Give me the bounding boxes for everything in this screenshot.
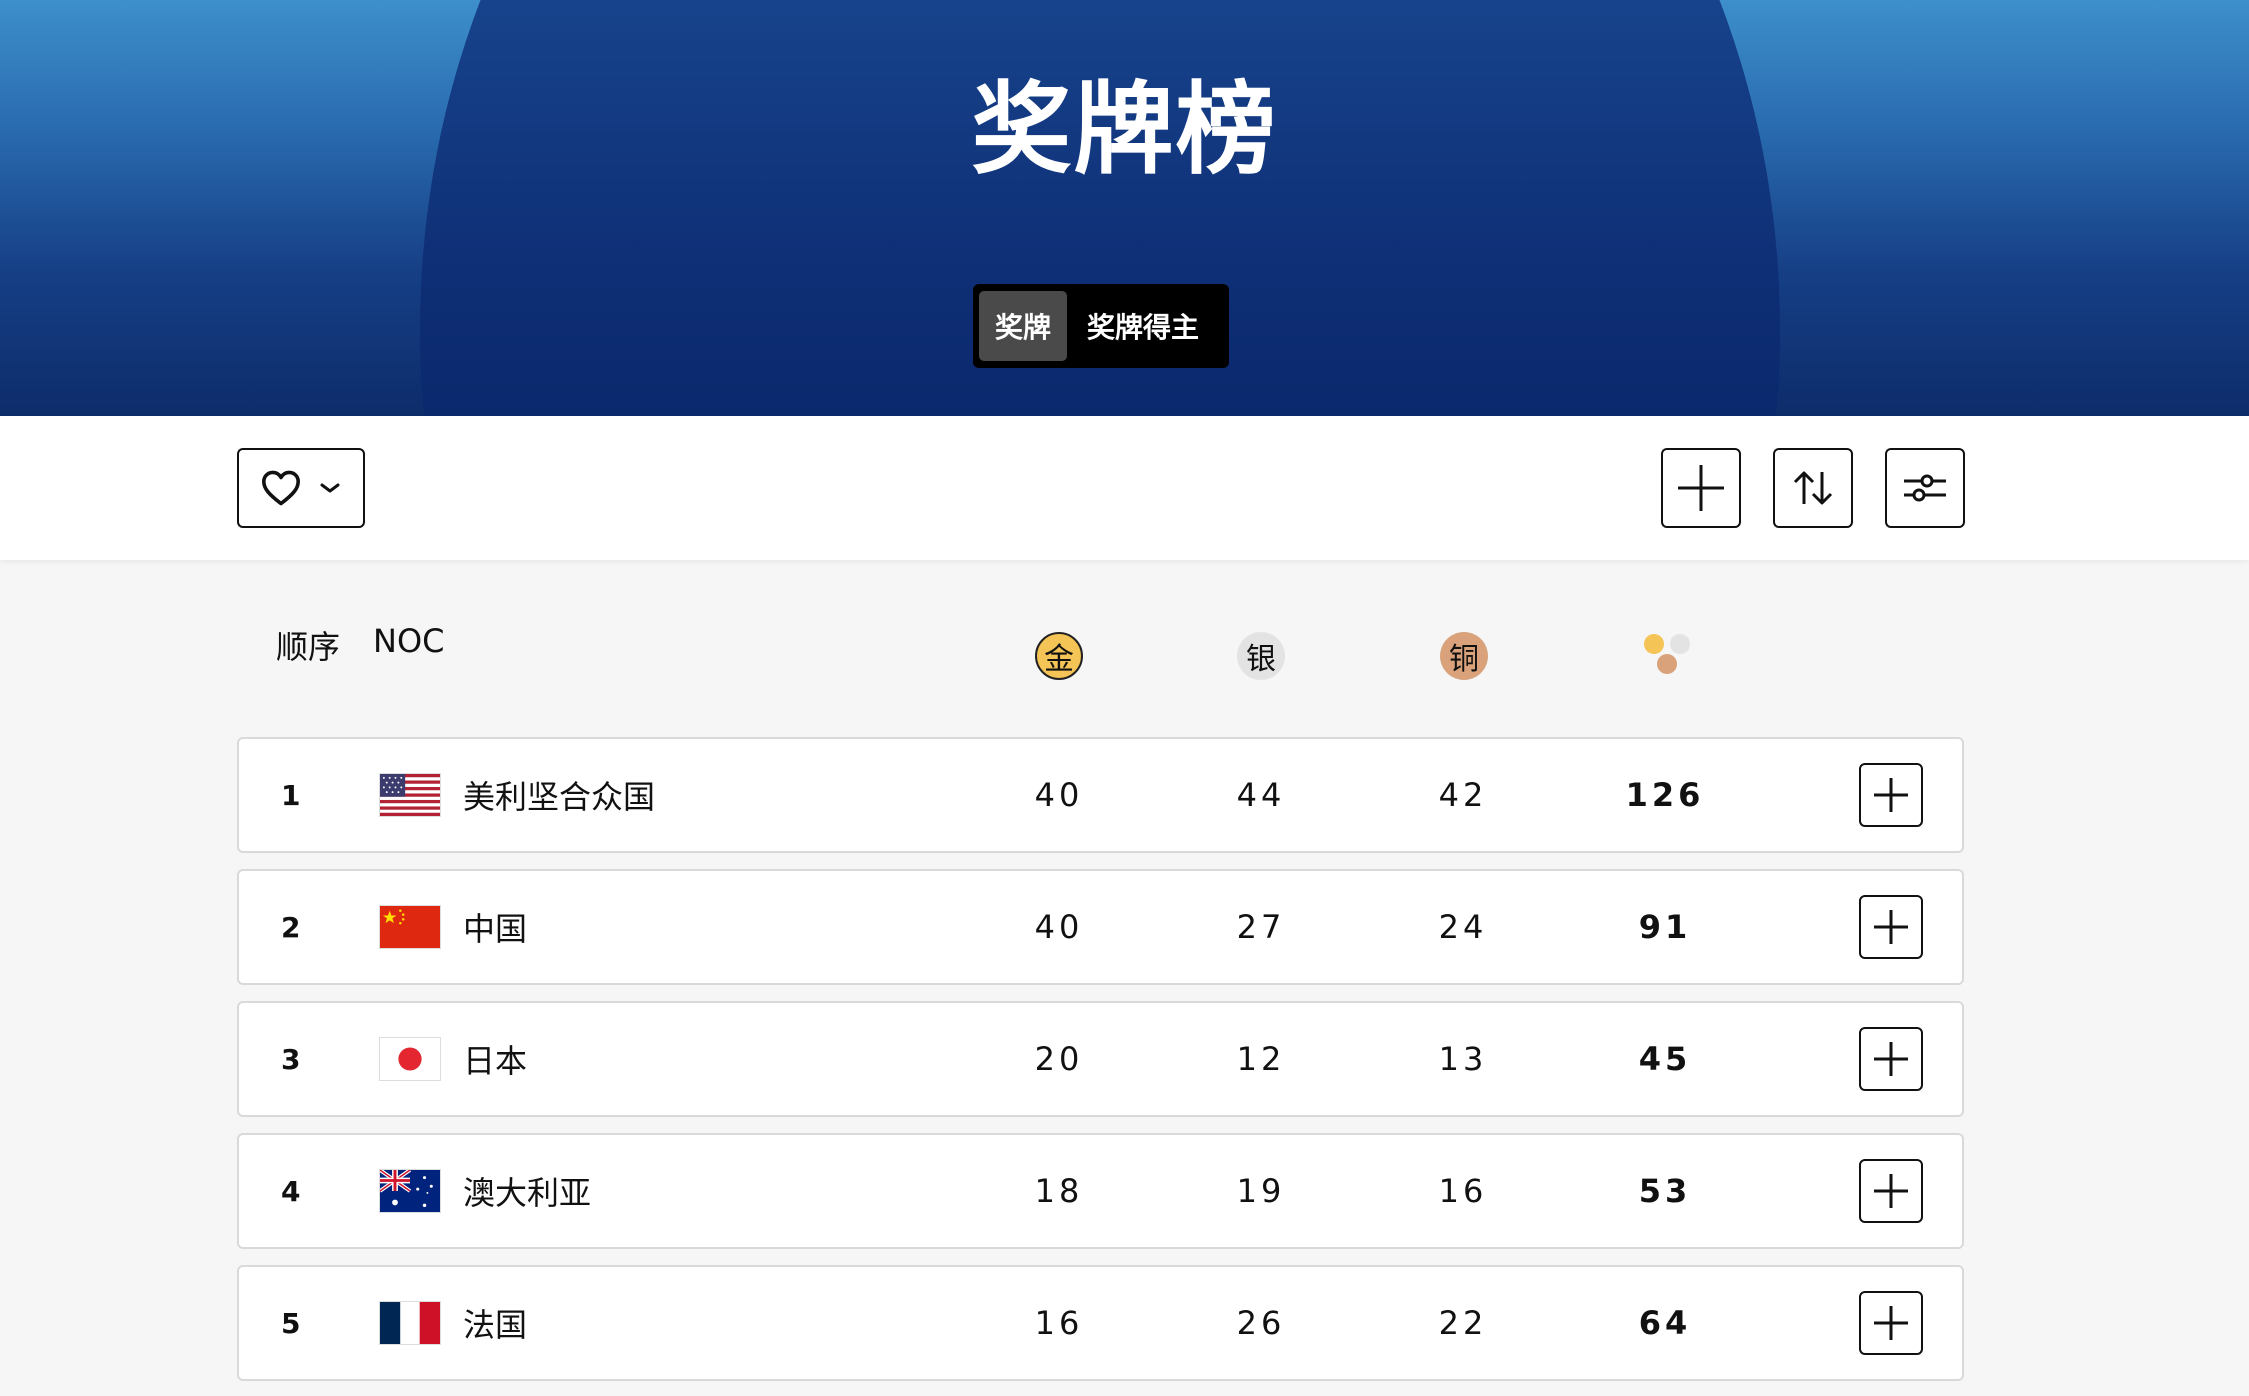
plus-icon	[1678, 465, 1724, 511]
sort-button[interactable]	[1773, 448, 1853, 528]
header-noc: NOC	[373, 622, 445, 660]
rank-cell: 5	[281, 1306, 301, 1340]
australia-flag-icon	[379, 1169, 441, 1213]
plus-icon	[1874, 1042, 1908, 1076]
tab-medals[interactable]: 奖牌	[979, 291, 1067, 361]
bronze-count: 16	[1438, 1172, 1488, 1210]
total-count: 45	[1638, 1040, 1692, 1078]
silver-medal-icon: 银	[1237, 632, 1285, 680]
expand-row-button[interactable]	[1859, 895, 1923, 959]
total-count: 91	[1638, 908, 1692, 946]
tab-medallists[interactable]: 奖牌得主	[1067, 291, 1219, 361]
bronze-count: 24	[1438, 908, 1488, 946]
gold-medal-icon: 金	[1035, 632, 1083, 680]
china-flag-icon	[379, 905, 441, 949]
plus-icon	[1874, 910, 1908, 944]
sort-arrows-icon	[1793, 471, 1833, 505]
table-row[interactable]: 1 美利坚合众国 40 44 42 126	[237, 737, 1964, 853]
bronze-medal-icon: 铜	[1440, 632, 1488, 680]
filter-button[interactable]	[1885, 448, 1965, 528]
total-count: 53	[1638, 1172, 1692, 1210]
country-name[interactable]: 美利坚合众国	[463, 739, 655, 851]
expand-row-button[interactable]	[1859, 1159, 1923, 1223]
expand-row-button[interactable]	[1859, 1291, 1923, 1355]
plus-icon	[1874, 1174, 1908, 1208]
gold-count: 18	[1034, 1172, 1084, 1210]
japan-flag-icon	[379, 1037, 441, 1081]
rank-cell: 4	[281, 1174, 301, 1208]
country-name[interactable]: 中国	[463, 871, 527, 983]
total-medals-icon	[1644, 634, 1690, 674]
bronze-count: 13	[1438, 1040, 1488, 1078]
country-name[interactable]: 法国	[463, 1267, 527, 1379]
gold-count: 40	[1034, 776, 1084, 814]
sliders-icon	[1904, 474, 1946, 502]
france-flag-icon	[379, 1301, 441, 1345]
plus-icon	[1874, 1306, 1908, 1340]
usa-flag-icon	[379, 773, 441, 817]
total-count: 126	[1625, 776, 1705, 814]
total-count: 64	[1638, 1304, 1692, 1342]
gold-count: 40	[1034, 908, 1084, 946]
silver-count: 27	[1236, 908, 1286, 946]
country-name[interactable]: 澳大利亚	[463, 1135, 591, 1247]
expand-row-button[interactable]	[1859, 1027, 1923, 1091]
silver-count: 44	[1236, 776, 1286, 814]
header-rank: 顺序	[276, 628, 341, 666]
bronze-count: 22	[1438, 1304, 1488, 1342]
hero-banner: 奖牌榜 奖牌 奖牌得主	[0, 0, 2249, 416]
table-row[interactable]: 5 法国 16 26 22 64	[237, 1265, 1964, 1381]
chevron-down-icon	[320, 483, 340, 493]
silver-count: 19	[1236, 1172, 1286, 1210]
silver-count: 26	[1236, 1304, 1286, 1342]
expand-row-button[interactable]	[1859, 763, 1923, 827]
rank-cell: 3	[281, 1042, 301, 1076]
rank-cell: 2	[281, 910, 301, 944]
favorites-dropdown-button[interactable]	[237, 448, 365, 528]
toolbar	[0, 416, 2249, 560]
heart-icon	[262, 470, 300, 506]
gold-count: 20	[1034, 1040, 1084, 1078]
add-button[interactable]	[1661, 448, 1741, 528]
page-title: 奖牌榜	[971, 71, 1278, 188]
silver-count: 12	[1236, 1040, 1286, 1078]
table-row[interactable]: 2 中国 40 27 24 91	[237, 869, 1964, 985]
gold-count: 16	[1034, 1304, 1084, 1342]
table-row[interactable]: 3 日本 20 12 13 45	[237, 1001, 1964, 1117]
table-row[interactable]: 4 澳大利亚 18 19 16 53	[237, 1133, 1964, 1249]
bronze-count: 42	[1438, 776, 1488, 814]
plus-icon	[1874, 778, 1908, 812]
rank-cell: 1	[281, 778, 301, 812]
country-name[interactable]: 日本	[463, 1003, 527, 1115]
tab-switcher: 奖牌 奖牌得主	[973, 284, 1229, 368]
